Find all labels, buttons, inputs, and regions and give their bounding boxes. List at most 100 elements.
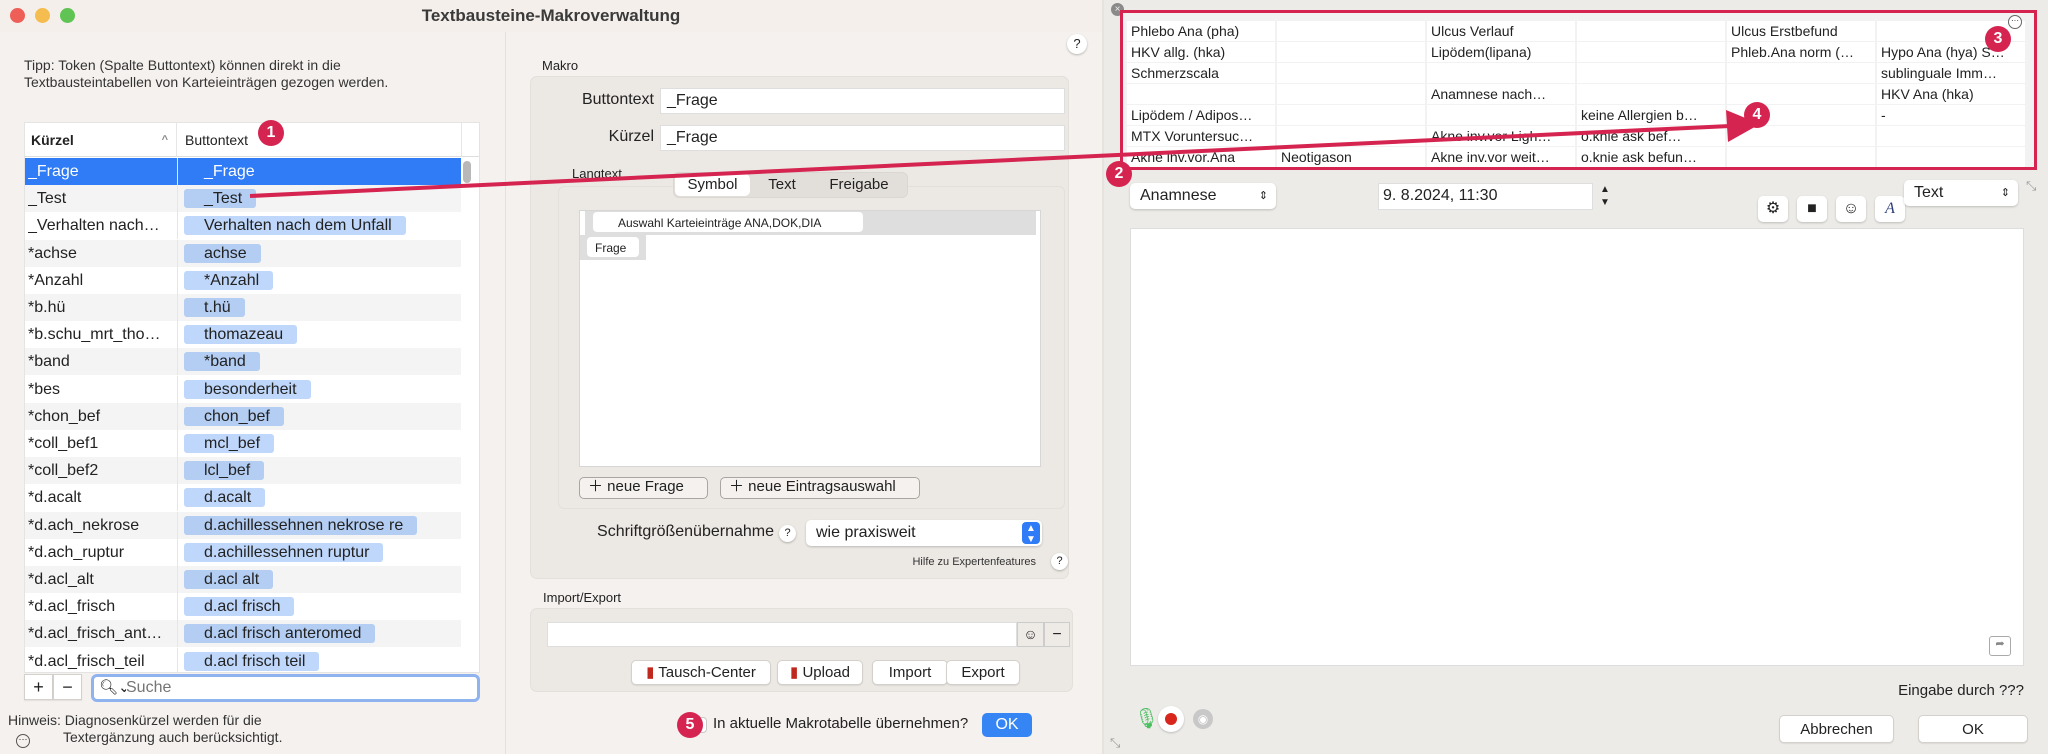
- grid-cell[interactable]: Akne inv.vor.Ana: [1127, 147, 1275, 167]
- grid-cell[interactable]: [1277, 105, 1425, 125]
- scrollbar-thumb[interactable]: [463, 161, 471, 183]
- table-row[interactable]: *d.ach_nekrose d.achillessehnen nekrose r…: [25, 511, 461, 539]
- grid-cell[interactable]: [1727, 84, 1875, 104]
- record-button[interactable]: [1158, 706, 1184, 732]
- langtext-editor[interactable]: Auswahl Karteieinträge ANA,DOK,DIA Frage: [579, 210, 1041, 467]
- table-row[interactable]: *d.acl_frisch_ant… d.acl frisch anteromed: [25, 620, 461, 648]
- grid-cell[interactable]: [1727, 63, 1875, 83]
- grid-cell[interactable]: [1277, 21, 1425, 41]
- token[interactable]: *band: [184, 352, 260, 372]
- search-input[interactable]: [126, 678, 466, 698]
- table-row[interactable]: *d.acalt d.acalt: [25, 484, 461, 512]
- token[interactable]: d.achillessehnen ruptur: [184, 542, 384, 562]
- resize-icon[interactable]: ⤡: [1110, 735, 1120, 751]
- grid-cell[interactable]: Ulcus Erstbefund: [1727, 21, 1875, 41]
- buttontext-input[interactable]: _Frage: [660, 88, 1065, 114]
- token[interactable]: d.acalt: [184, 488, 266, 508]
- grid-cell[interactable]: [1577, 21, 1725, 41]
- cancel-button[interactable]: Abbrechen: [1779, 715, 1894, 743]
- schriftgroesse-help-button[interactable]: ?: [779, 525, 796, 542]
- grid-cell[interactable]: [1277, 63, 1425, 83]
- grid-cell[interactable]: Lipödem(lipana): [1427, 42, 1575, 62]
- token[interactable]: d.acl frisch teil: [184, 651, 320, 671]
- tab-symbol[interactable]: Symbol: [675, 174, 750, 196]
- import-button[interactable]: Import: [872, 660, 948, 685]
- microphone-icon[interactable]: 🎙︎: [1134, 706, 1159, 731]
- grid-cell[interactable]: Lipödem / Adipos…: [1127, 105, 1275, 125]
- grid-cell[interactable]: [1277, 42, 1425, 62]
- table-row[interactable]: *d.ach_ruptur d.achillessehnen ruptur: [25, 538, 461, 566]
- token[interactable]: d.achillessehnen nekrose re: [184, 515, 418, 535]
- table-row[interactable]: _Frage _Frage: [25, 158, 461, 185]
- token[interactable]: d.acl alt: [184, 570, 274, 589]
- grid-cell[interactable]: [1877, 147, 2025, 167]
- grid-cell[interactable]: [1277, 126, 1425, 146]
- font-icon[interactable]: A: [1875, 196, 1905, 222]
- grid-cell[interactable]: Neotigason: [1277, 147, 1425, 167]
- column-header-buttontext[interactable]: Buttontext: [176, 123, 461, 157]
- resize-icon[interactable]: ⤡: [2026, 178, 2036, 194]
- finder-icon[interactable]: ☺: [1017, 622, 1044, 647]
- token[interactable]: achse: [184, 243, 261, 263]
- token[interactable]: besonderheit: [184, 379, 311, 399]
- grid-cell[interactable]: keine Allergien b…: [1577, 105, 1725, 125]
- remove-path-button[interactable]: −: [1044, 622, 1070, 647]
- hilfe-expertenfeatures-link[interactable]: Hilfe zu Expertenfeatures: [800, 556, 1036, 568]
- token[interactable]: lcl_bef: [184, 461, 265, 481]
- table-row[interactable]: *d.acl_frisch_teil d.acl frisch teil: [25, 647, 461, 672]
- export-button[interactable]: Export: [946, 660, 1020, 685]
- entry-type-select[interactable]: Anamnese ⇕: [1130, 183, 1276, 209]
- table-row[interactable]: *achse achse: [25, 239, 461, 267]
- grid-cell[interactable]: [1427, 105, 1575, 125]
- entry-ok-button[interactable]: OK: [1918, 715, 2028, 743]
- upload-button[interactable]: ▮ Upload: [777, 660, 863, 685]
- table-row[interactable]: *band *band: [25, 348, 461, 376]
- grid-cell[interactable]: [1727, 147, 1875, 167]
- table-row[interactable]: *chon_bef chon_bef: [25, 402, 461, 430]
- table-row[interactable]: *b.schu_mrt_tho… thomazeau: [25, 321, 461, 349]
- date-stepper[interactable]: ▲ ▼: [1598, 183, 1612, 210]
- ok-button[interactable]: OK: [982, 713, 1032, 737]
- schriftgroesse-select[interactable]: wie praxisweit ▲ ▼: [806, 520, 1042, 546]
- table-row[interactable]: *coll_bef1 mcl_bef: [25, 430, 461, 457]
- token-frage[interactable]: Frage: [587, 237, 639, 257]
- grid-cell[interactable]: sublinguale Imm…: [1877, 63, 2025, 83]
- grid-cell[interactable]: Phleb.Ana norm (…: [1727, 42, 1875, 62]
- eye-icon[interactable]: ◉: [1193, 709, 1213, 729]
- grid-cell[interactable]: [1127, 84, 1275, 104]
- column-header-kuerzel[interactable]: Kürzel ^: [25, 123, 176, 157]
- grid-cell[interactable]: [1727, 126, 1875, 146]
- token[interactable]: d.acl frisch anteromed: [184, 624, 376, 644]
- grid-cell[interactable]: Anamnese nach…: [1427, 84, 1575, 104]
- expert-help-button[interactable]: ?: [1051, 553, 1068, 570]
- table-row[interactable]: *d.acl_alt d.acl alt: [25, 566, 461, 593]
- table-row[interactable]: *d.acl_frisch d.acl frisch: [25, 593, 461, 621]
- color-icon[interactable]: ■: [1797, 196, 1827, 222]
- grid-cell[interactable]: -: [1877, 105, 2025, 125]
- token[interactable]: mcl_bef: [184, 434, 275, 453]
- token[interactable]: _Test: [184, 189, 257, 209]
- grid-cell[interactable]: Akne inv.vor Ligh…: [1427, 126, 1575, 146]
- table-row[interactable]: _Test _Test: [25, 185, 461, 213]
- grid-cell[interactable]: Phlebo Ana (pha): [1127, 21, 1275, 41]
- remove-macro-button[interactable]: −: [53, 674, 82, 700]
- token[interactable]: d.acl frisch: [184, 597, 295, 617]
- emoji-icon[interactable]: ☺: [1836, 196, 1866, 222]
- date-field[interactable]: 9. 8.2024, 11:30: [1378, 183, 1593, 210]
- table-row[interactable]: _Verhalten nach… Verhalten nach dem Unfal…: [25, 212, 461, 240]
- kuerzel-input[interactable]: _Frage: [660, 125, 1065, 151]
- grid-cell[interactable]: o.knie ask bef…: [1577, 126, 1725, 146]
- token-auswahl[interactable]: Auswahl Karteieinträge ANA,DOK,DIA: [593, 212, 863, 232]
- table-row[interactable]: *coll_bef2 lcl_bef: [25, 457, 461, 485]
- format-select[interactable]: Text ⇕: [1904, 180, 2018, 206]
- tausch-center-button[interactable]: ▮ Tausch-Center: [631, 660, 771, 685]
- grid-cell[interactable]: [1577, 42, 1725, 62]
- grid-cell[interactable]: Akne inv.vor weit…: [1427, 147, 1575, 167]
- tab-freigabe[interactable]: Freigabe: [814, 174, 904, 196]
- table-row[interactable]: *Anzahl *Anzahl: [25, 266, 461, 294]
- tab-text[interactable]: Text: [752, 174, 812, 196]
- grid-cell[interactable]: HKV allg. (hka): [1127, 42, 1275, 62]
- grid-cell[interactable]: MTX Voruntersuc…: [1127, 126, 1275, 146]
- neue-frage-button[interactable]: ＋ neue Frage: [579, 477, 708, 499]
- table-row[interactable]: *b.hü t.hü: [25, 294, 461, 321]
